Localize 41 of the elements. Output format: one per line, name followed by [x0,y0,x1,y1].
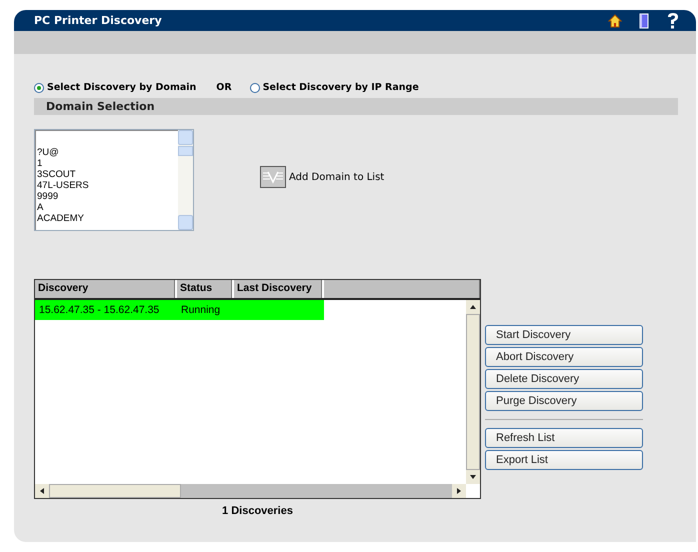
column-header[interactable]: Last Discovery [234,280,324,298]
add-list-icon[interactable] [260,166,286,188]
domain-item[interactable]: 9999 [37,191,178,202]
book-icon[interactable] [638,12,650,28]
window-title: PC Printer Discovery [34,14,162,27]
table-row[interactable]: 15.62.47.35 - 15.62.47.35 Running [35,300,324,320]
domain-item[interactable]: A [37,202,178,213]
section-header: Domain Selection [34,98,678,115]
right-arrow-icon[interactable] [457,488,461,494]
scroll-thumb[interactable] [466,314,480,470]
help-icon[interactable] [666,12,680,30]
down-arrow-icon[interactable] [470,475,476,479]
up-arrow-icon[interactable] [470,305,476,309]
scrollbar[interactable] [35,484,466,498]
domain-item[interactable]: ?U@ [37,147,178,158]
domain-list[interactable]: ?U@ 1 3SCOUT 47L-USERS 9999 A ACADEMY [34,129,194,231]
scroll-thumb[interactable] [49,484,181,498]
action-button[interactable]: Refresh List [485,428,643,448]
add-domain-link[interactable]: Add Domain to List [289,172,384,182]
domain-item[interactable]: 1 [37,158,178,169]
action-button[interactable]: Start Discovery [485,325,643,345]
scrollbar[interactable] [466,300,480,484]
domain-item[interactable]: 3SCOUT [37,169,178,180]
scroll-thumb[interactable] [178,146,193,156]
table-cell: 15.62.47.35 - 15.62.47.35 [39,304,160,316]
radio-button[interactable] [34,82,44,92]
scrollbar[interactable] [178,130,193,230]
table-cell: Running [181,304,220,316]
action-button[interactable]: Purge Discovery [485,391,643,411]
discovery-count: 1 Discoveries [222,505,293,517]
action-button[interactable]: Delete Discovery [485,369,643,389]
radio-button[interactable] [250,82,260,92]
column-header[interactable]: Status [177,280,234,298]
column-header[interactable]: Discovery [35,280,177,298]
domain-item[interactable]: 47L-USERS [37,180,178,191]
domain-item[interactable]: ACADEMY [37,213,178,224]
action-button[interactable]: Abort Discovery [485,347,643,367]
action-button[interactable]: Export List [485,450,643,470]
home-icon[interactable] [608,14,622,28]
or-label: OR [216,82,232,93]
left-arrow-icon[interactable] [40,488,44,494]
